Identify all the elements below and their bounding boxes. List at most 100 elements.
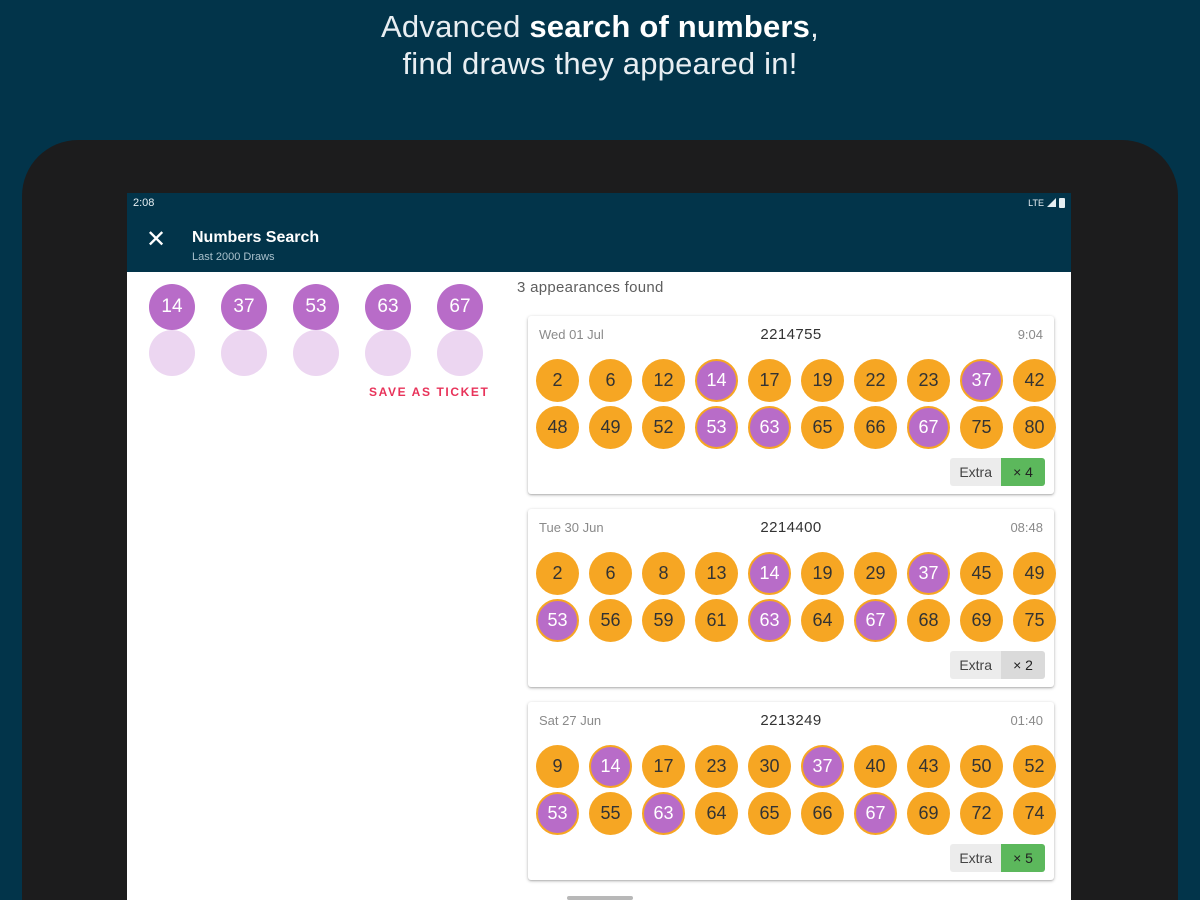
drawn-number-ball: 17 (748, 359, 791, 402)
network-label: LTE (1028, 197, 1044, 208)
draw-time: 9:04 (1017, 327, 1043, 342)
matched-number-ball: 37 (907, 552, 950, 595)
drawn-number-ball: 64 (801, 599, 844, 642)
matched-number-ball: 53 (536, 792, 579, 835)
status-time: 2:08 (133, 196, 155, 209)
extra-multiplier-badge: Extra × 4 (950, 458, 1045, 486)
drawn-numbers-row: 2 6 12 14 17 19 22 23 37 42 (536, 359, 1056, 402)
selected-number-ball[interactable]: 53 (293, 284, 339, 330)
empty-number-slot[interactable] (221, 330, 267, 376)
matched-number-ball: 67 (907, 406, 950, 449)
draw-number: 2214755 (760, 326, 822, 343)
selected-number-ball[interactable]: 37 (221, 284, 267, 330)
extra-label: Extra (950, 651, 1001, 679)
drawn-number-ball: 48 (536, 406, 579, 449)
drawn-number-ball: 19 (801, 552, 844, 595)
drawn-number-ball: 68 (907, 599, 950, 642)
drawn-number-ball: 52 (642, 406, 685, 449)
drawn-number-ball: 19 (801, 359, 844, 402)
drawn-number-ball: 72 (960, 792, 1003, 835)
page-subtitle: Last 2000 Draws (192, 251, 275, 263)
drawn-number-ball: 23 (695, 745, 738, 788)
drawn-number-ball: 9 (536, 745, 579, 788)
matched-number-ball: 67 (854, 599, 897, 642)
matched-number-ball: 63 (642, 792, 685, 835)
draw-card-header: Wed 01 Jul 2214755 9:04 (528, 316, 1054, 356)
drawn-number-ball: 75 (1013, 599, 1056, 642)
drawn-number-ball: 8 (642, 552, 685, 595)
extra-multiplier-badge: Extra × 5 (950, 844, 1045, 872)
status-bar: 2:08 LTE (127, 193, 1071, 212)
close-button[interactable]: ✕ (142, 226, 170, 254)
drawn-number-ball: 69 (907, 792, 950, 835)
multiplier-value: × 5 (1001, 844, 1045, 872)
save-as-ticket-button[interactable]: SAVE AS TICKET (369, 385, 489, 399)
drawn-number-ball: 52 (1013, 745, 1056, 788)
drawn-number-ball: 42 (1013, 359, 1056, 402)
draw-card[interactable]: Wed 01 Jul 2214755 9:04 2 6 12 14 17 19 22 23 37 42 4… (528, 316, 1056, 494)
drawn-number-ball: 49 (589, 406, 632, 449)
drawn-numbers-row: 48 49 52 53 63 65 66 67 75 80 (536, 406, 1056, 449)
status-indicators: LTE (1028, 197, 1065, 208)
matched-number-ball: 14 (748, 552, 791, 595)
drawn-number-ball: 50 (960, 745, 1003, 788)
empty-number-slot[interactable] (437, 330, 483, 376)
selection-pane: 14 37 53 63 67 SAVE AS TICKET (127, 272, 507, 900)
close-icon: ✕ (145, 226, 167, 253)
page-title: Numbers Search (192, 229, 320, 246)
drawn-number-ball: 17 (642, 745, 685, 788)
matched-number-ball: 53 (536, 599, 579, 642)
signal-icon (1047, 198, 1056, 207)
drawn-number-ball: 66 (854, 406, 897, 449)
empty-number-slot[interactable] (149, 330, 195, 376)
draw-card[interactable]: Sat 27 Jun 2213249 01:40 9 14 17 23 30 37 40 43 50 5… (528, 702, 1056, 880)
drawn-number-ball: 59 (642, 599, 685, 642)
matched-number-ball: 63 (748, 406, 791, 449)
drawn-number-ball: 75 (960, 406, 1003, 449)
drawn-number-ball: 55 (589, 792, 632, 835)
matched-number-ball: 37 (960, 359, 1003, 402)
drawn-number-ball: 65 (801, 406, 844, 449)
matched-number-ball: 14 (589, 745, 632, 788)
draw-card[interactable]: Tue 30 Jun 2214400 08:48 2 6 8 13 14 19 29 37 45 49 5… (528, 509, 1056, 687)
extra-multiplier-badge: Extra × 2 (950, 651, 1045, 679)
drawn-numbers-row: 2 6 8 13 14 19 29 37 45 49 (536, 552, 1056, 595)
draw-card-header: Sat 27 Jun 2213249 01:40 (528, 702, 1054, 742)
selected-number-ball[interactable]: 67 (437, 284, 483, 330)
extra-label: Extra (950, 458, 1001, 486)
app-bar: ✕ Numbers Search Last 2000 Draws (127, 212, 1071, 272)
headline-suffix: , (810, 9, 819, 44)
drawn-number-ball: 43 (907, 745, 950, 788)
drawn-number-ball: 40 (854, 745, 897, 788)
drawn-number-ball: 6 (589, 552, 632, 595)
multiplier-value: × 4 (1001, 458, 1045, 486)
drawn-numbers-row: 53 56 59 61 63 64 67 68 69 75 (536, 599, 1056, 642)
drawn-number-ball: 30 (748, 745, 791, 788)
headline-bold: search of numbers (529, 9, 811, 44)
drawn-number-ball: 45 (960, 552, 1003, 595)
empty-number-slot[interactable] (293, 330, 339, 376)
selected-number-ball[interactable]: 63 (365, 284, 411, 330)
draw-number: 2214400 (760, 519, 822, 536)
selected-number-ball[interactable]: 14 (149, 284, 195, 330)
home-indicator[interactable] (567, 896, 633, 900)
drawn-number-ball: 61 (695, 599, 738, 642)
results-count: 3 appearances found (517, 279, 664, 296)
drawn-number-ball: 12 (642, 359, 685, 402)
drawn-number-ball: 66 (801, 792, 844, 835)
drawn-number-ball: 29 (854, 552, 897, 595)
drawn-number-ball: 49 (1013, 552, 1056, 595)
headline-prefix: Advanced (381, 9, 530, 44)
matched-number-ball: 37 (801, 745, 844, 788)
empty-number-slot[interactable] (365, 330, 411, 376)
drawn-number-ball: 80 (1013, 406, 1056, 449)
matched-number-ball: 67 (854, 792, 897, 835)
matched-number-ball: 14 (695, 359, 738, 402)
drawn-number-ball: 23 (907, 359, 950, 402)
drawn-number-ball: 74 (1013, 792, 1056, 835)
multiplier-value: × 2 (1001, 651, 1045, 679)
promo-headline: Advanced search of numbers, find draws t… (0, 8, 1200, 82)
battery-icon (1059, 197, 1065, 208)
drawn-number-ball: 69 (960, 599, 1003, 642)
draw-number: 2213249 (760, 712, 822, 729)
